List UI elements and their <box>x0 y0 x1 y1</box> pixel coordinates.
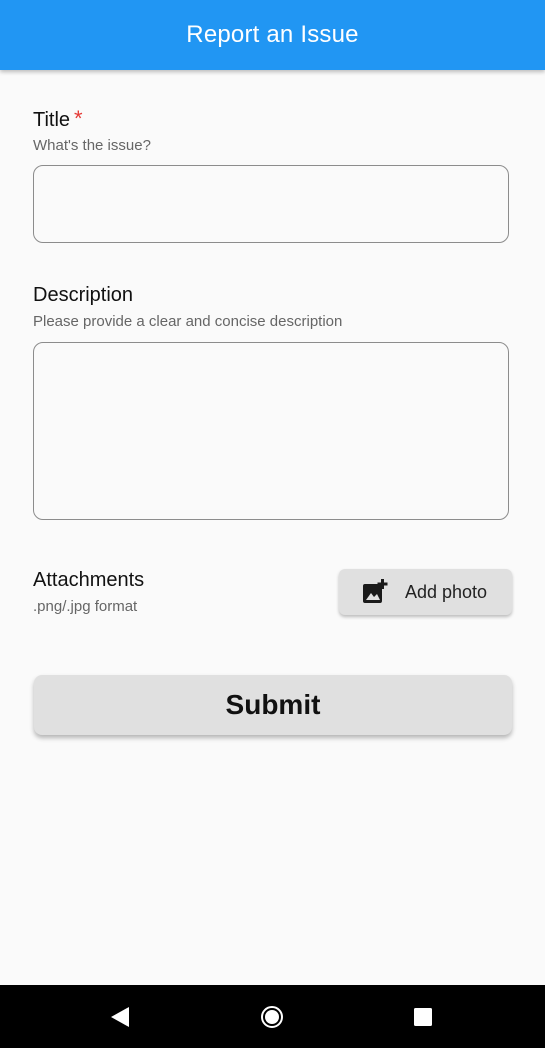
recents-square-icon[interactable] <box>411 1005 435 1029</box>
page-title: Report an Issue <box>186 21 359 48</box>
title-input[interactable] <box>33 165 509 243</box>
add-photo-button[interactable]: Add photo <box>339 569 512 615</box>
attachments-hint: .png/.jpg format <box>33 598 138 615</box>
add-photo-icon <box>362 579 388 605</box>
back-triangle-icon[interactable] <box>108 1005 132 1029</box>
description-hint: Please provide a clear and concise descr… <box>33 313 343 330</box>
title-hint: What's the issue? <box>33 137 151 154</box>
description-input[interactable] <box>33 342 509 520</box>
title-label-text: Title <box>33 109 71 131</box>
app-bar: Report an Issue <box>0 0 545 70</box>
add-photo-label: Add photo <box>405 581 488 602</box>
home-circle-icon[interactable] <box>260 1005 284 1029</box>
required-marker: * <box>74 106 83 131</box>
description-label: Description <box>33 284 134 306</box>
system-navigation-bar <box>0 985 545 1048</box>
submit-button[interactable]: Submit <box>34 675 512 735</box>
title-field-label: Title * <box>33 106 83 132</box>
attachments-label: Attachments <box>33 569 145 591</box>
